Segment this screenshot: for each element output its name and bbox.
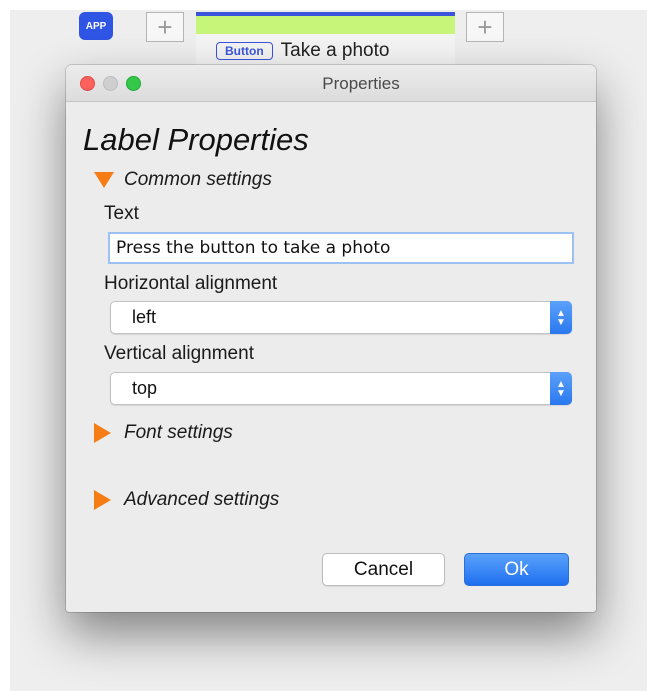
common-settings-toggle[interactable]: Common settings [94, 169, 272, 191]
text-field-label: Text [104, 203, 139, 224]
add-component-left-button[interactable]: + [146, 12, 184, 42]
vertical-alignment-label: Vertical alignment [104, 343, 254, 364]
horizontal-alignment-value: left [132, 307, 157, 327]
disclosure-collapsed-icon [94, 423, 111, 443]
select-stepper-icon: ▲ ▼ [550, 301, 572, 334]
button-component-chip[interactable]: Button [216, 42, 273, 60]
disclosure-expanded-icon [94, 172, 114, 188]
font-settings-toggle[interactable]: Font settings [94, 422, 233, 444]
title-bar[interactable]: Properties [66, 65, 596, 102]
select-stepper-icon: ▲ ▼ [550, 372, 572, 405]
button-component-caption: Take a photo [280, 40, 390, 61]
advanced-settings-label: Advanced settings [124, 489, 280, 510]
canvas-green-bar [196, 16, 455, 34]
window-title: Properties [322, 74, 400, 93]
add-component-right-button[interactable]: + [466, 12, 504, 42]
font-settings-label: Font settings [124, 422, 233, 443]
horizontal-alignment-label: Horizontal alignment [104, 273, 278, 294]
vertical-alignment-select[interactable]: top ▲ ▼ [110, 372, 572, 405]
ok-button[interactable]: Ok [464, 553, 569, 586]
cancel-button[interactable]: Cancel [322, 553, 445, 586]
common-settings-label: Common settings [124, 169, 272, 190]
dialog-heading: Label Properties [83, 122, 309, 157]
disclosure-collapsed-icon [94, 490, 111, 510]
advanced-settings-toggle[interactable]: Advanced settings [94, 489, 279, 511]
horizontal-alignment-select[interactable]: left ▲ ▼ [110, 301, 572, 334]
properties-dialog: Properties Label Properties Common setti… [66, 65, 596, 612]
app-icon[interactable]: APP [79, 12, 113, 40]
vertical-alignment-value: top [132, 378, 158, 398]
text-input[interactable] [108, 232, 574, 264]
